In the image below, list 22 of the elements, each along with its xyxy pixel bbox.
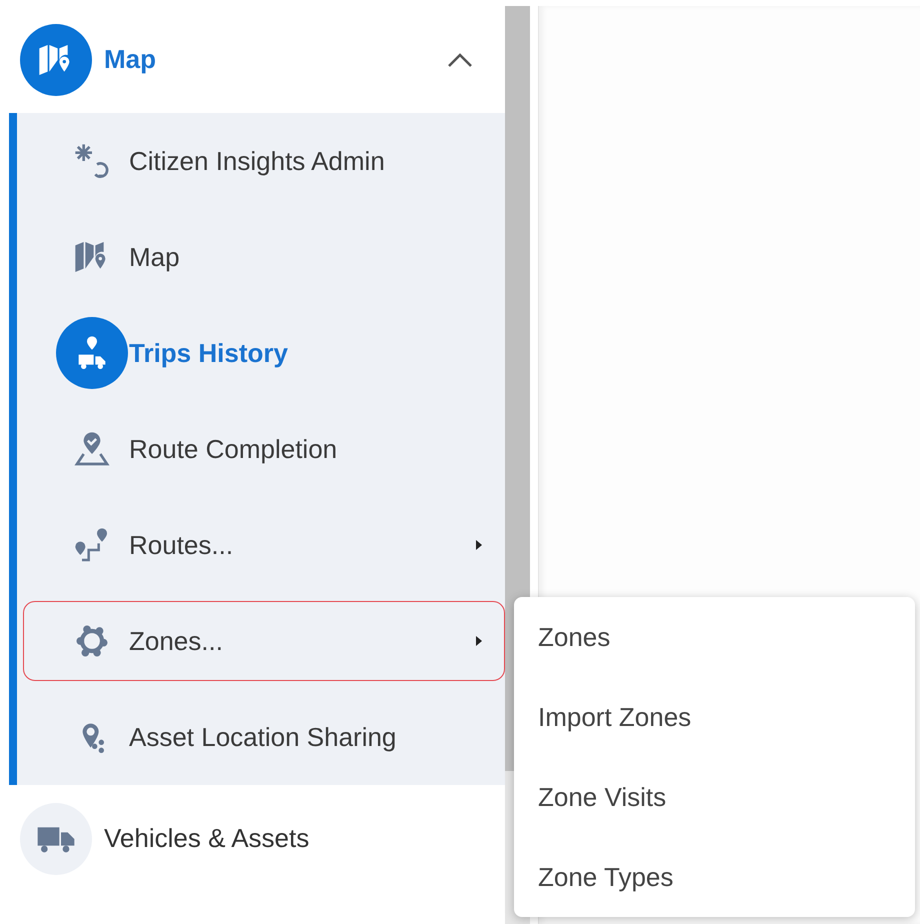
popup-menu-item[interactable]: Zones bbox=[538, 622, 915, 652]
menu-item[interactable]: Zones... bbox=[23, 601, 505, 681]
menu-label: Routes... bbox=[129, 530, 234, 560]
menu-item[interactable]: Trips History bbox=[23, 313, 505, 393]
menu-label: Zones... bbox=[129, 626, 224, 656]
popup-menu-item[interactable]: Import Zones bbox=[538, 702, 915, 732]
menu-label: Map bbox=[129, 242, 181, 272]
menu-label: Citizen Insights Admin bbox=[129, 146, 386, 176]
popup-menu-item[interactable]: Zone Visits bbox=[538, 782, 915, 812]
menu-item[interactable]: Citizen Insights Admin bbox=[23, 121, 505, 201]
menu-label: Asset Location Sharing bbox=[129, 722, 398, 752]
nav-section[interactable]: Map bbox=[0, 6, 505, 113]
menu-label: Trips History bbox=[129, 338, 289, 368]
section-label: Vehicles & Assets bbox=[104, 823, 310, 854]
menu-item[interactable]: Map bbox=[23, 217, 505, 297]
menu-item[interactable]: Route Completion bbox=[23, 409, 505, 489]
menu-item[interactable]: Routes... bbox=[23, 505, 505, 585]
popup-menu-item[interactable]: Zone Types bbox=[538, 862, 915, 892]
menu-item[interactable]: Asset Location Sharing bbox=[23, 697, 505, 777]
nav-section[interactable]: Vehicles & Assets bbox=[0, 785, 505, 892]
menu-label: Route Completion bbox=[129, 434, 338, 464]
section-label: Map bbox=[104, 44, 157, 75]
